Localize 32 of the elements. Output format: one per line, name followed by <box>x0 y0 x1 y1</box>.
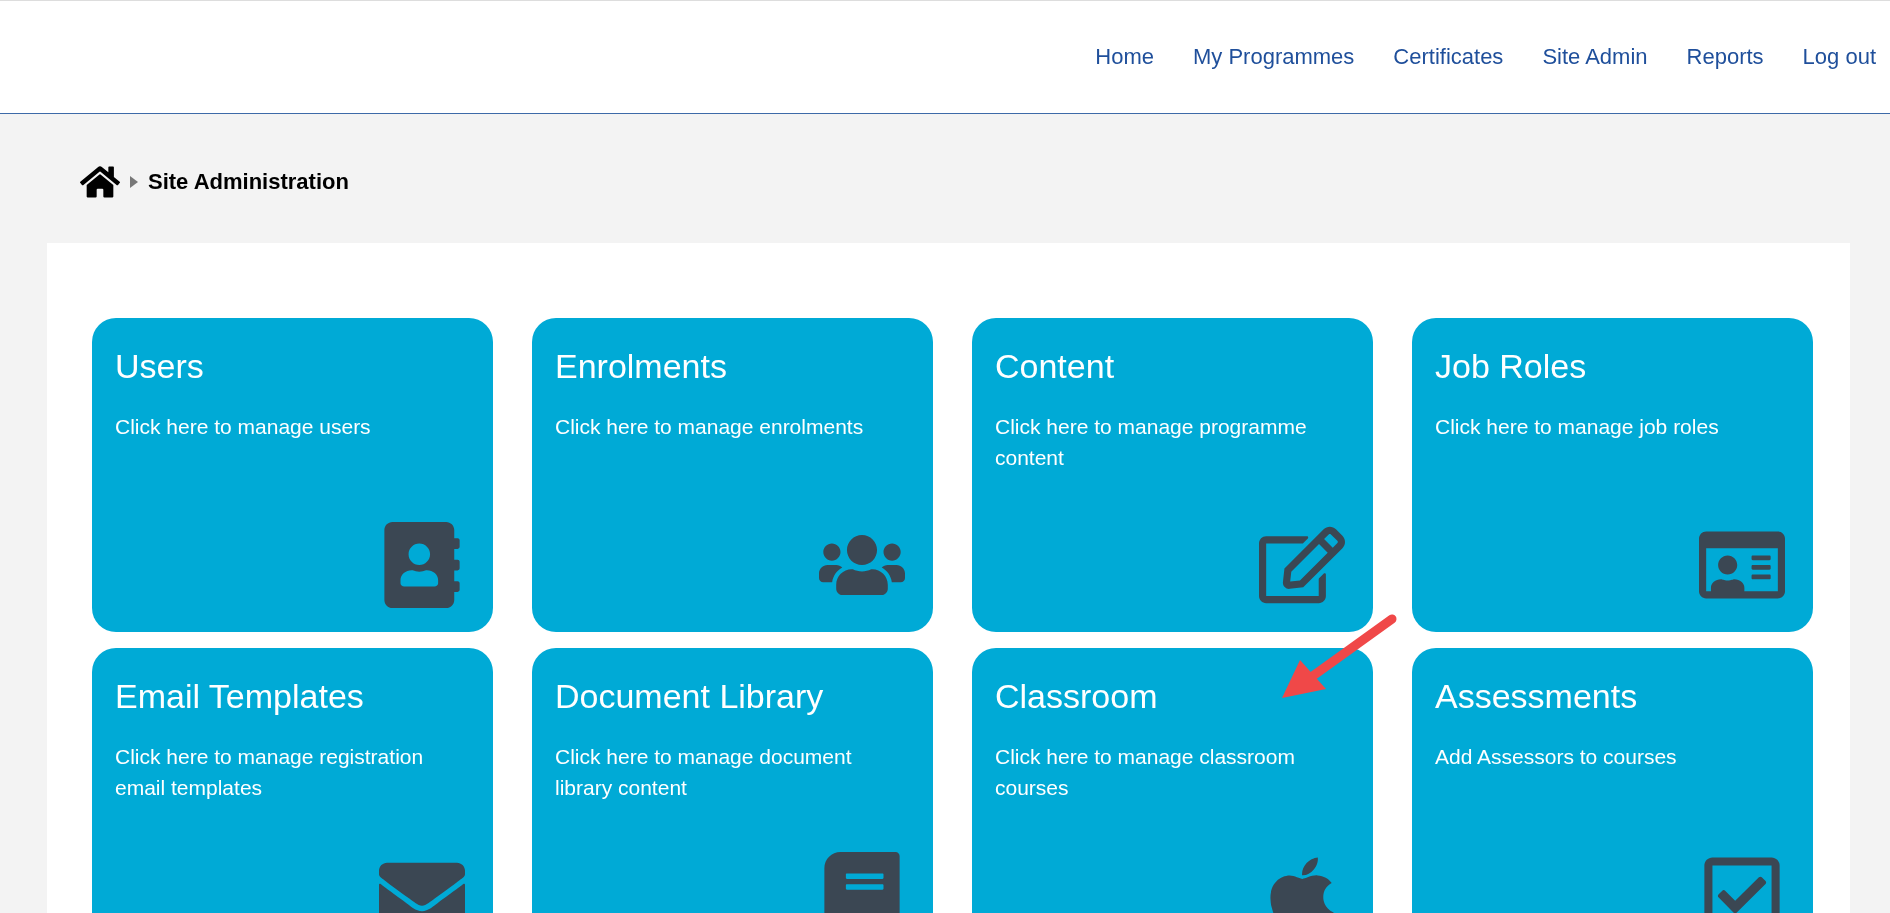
tile-description: Click here to manage enrolments <box>555 413 865 440</box>
nav-link[interactable]: My Programmes <box>1192 44 1355 70</box>
tile-description: Click here to manage classroom courses <box>995 743 1296 801</box>
admin-tile[interactable]: Classroom Click here to manage classroom courses <box>972 648 1373 913</box>
tile-description: Add Assessors to courses <box>1435 743 1678 770</box>
tile-title: Classroom <box>995 676 1159 717</box>
nav-link[interactable]: Site Admin <box>1542 44 1648 70</box>
admin-tile[interactable]: Assessments Add Assessors to courses <box>1412 648 1813 913</box>
admin-tile[interactable]: Document Library Click here to manage document library content <box>532 648 933 913</box>
tile-title: Content <box>995 346 1116 387</box>
tile-description: Click here to manage job roles <box>1435 413 1720 440</box>
admin-tile[interactable]: Users Click here to manage users <box>92 318 493 632</box>
admin-tile[interactable]: Email Templates Click here to manage registration email templates <box>92 648 493 913</box>
tile-title: Enrolments <box>555 346 728 387</box>
admin-tile[interactable]: Enrolments Click here to manage enrolments <box>532 318 933 632</box>
nav-link[interactable]: Log out <box>1802 44 1876 70</box>
caret-icon <box>130 176 138 188</box>
nav-link[interactable]: Home <box>1095 44 1154 70</box>
tile-description: Click here to manage users <box>115 413 372 440</box>
tile-title: Assessments <box>1435 676 1639 717</box>
admin-tile[interactable]: Content Click here to manage programme content <box>972 318 1373 632</box>
tile-description: Click here to manage document library content <box>555 743 853 801</box>
admin-tile[interactable]: Job Roles Click here to manage job roles <box>1412 318 1813 632</box>
nav-link[interactable]: Reports <box>1686 44 1764 70</box>
nav-link[interactable]: Certificates <box>1393 44 1504 70</box>
tile-description: Click here to manage registration email templates <box>115 743 425 801</box>
tile-title: Users <box>115 346 205 387</box>
tile-title: Job Roles <box>1435 346 1588 387</box>
tile-title: Email Templates <box>115 676 365 717</box>
breadcrumb-current: Site Administration <box>148 169 349 195</box>
tile-title: Document Library <box>555 676 825 717</box>
tile-description: Click here to manage programme content <box>995 413 1308 471</box>
